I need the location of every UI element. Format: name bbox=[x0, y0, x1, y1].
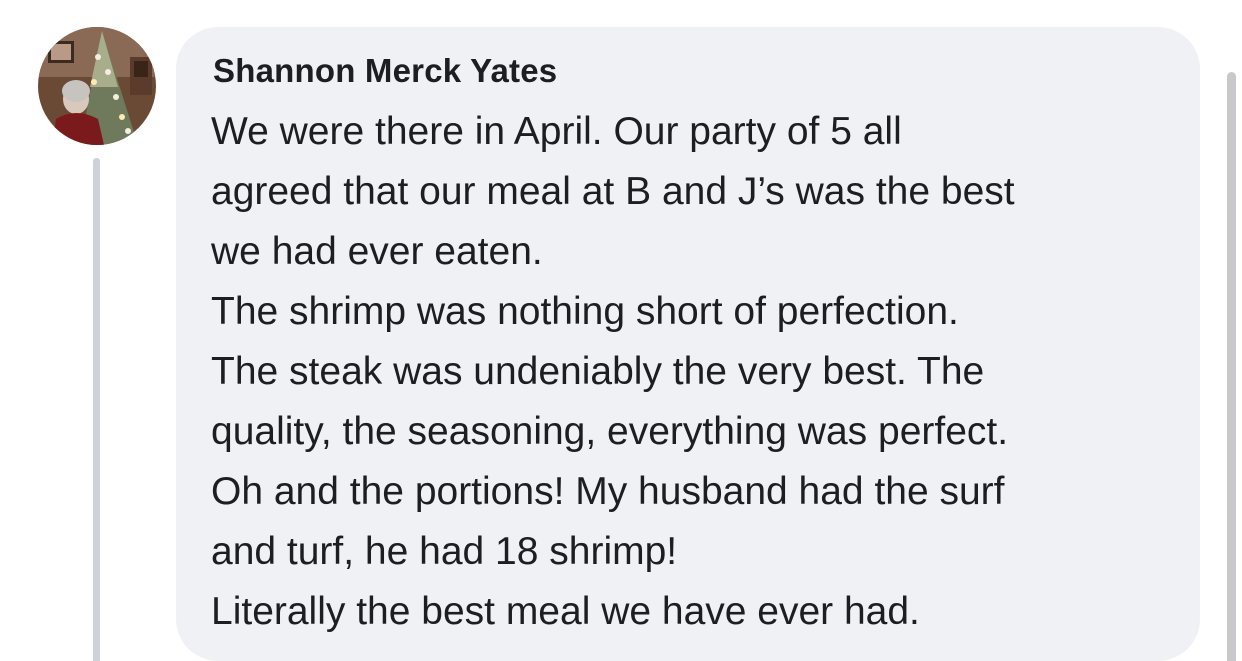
avatar[interactable] bbox=[38, 27, 156, 145]
comment-text-line: Literally the best meal we have ever had… bbox=[211, 590, 920, 633]
scrollbar[interactable] bbox=[1227, 72, 1236, 661]
comment-text-line: The shrimp was nothing short of perfecti… bbox=[211, 290, 959, 333]
comment-text-line: The steak was undeniably the very best. … bbox=[211, 350, 985, 393]
comment-author-name[interactable]: Shannon Merck Yates bbox=[213, 52, 557, 90]
comment-text-line: quality, the seasoning, everything was p… bbox=[211, 410, 1009, 453]
comment-screen: Shannon Merck Yates We were there in Apr… bbox=[0, 0, 1242, 661]
thread-connector-line bbox=[93, 158, 100, 661]
comment-text-line: we had ever eaten. bbox=[211, 230, 543, 273]
comment-text: We were there in April. Our party of 5 a… bbox=[211, 102, 1186, 642]
comment-text-line: Oh and the portions! My husband had the … bbox=[211, 470, 1005, 513]
profile-photo bbox=[38, 27, 156, 145]
comment-text-line: We were there in April. Our party of 5 a… bbox=[211, 110, 902, 153]
comment-text-line: and turf, he had 18 shrimp! bbox=[211, 530, 678, 573]
comment-text-line: agreed that our meal at B and J’s was th… bbox=[211, 170, 1015, 213]
